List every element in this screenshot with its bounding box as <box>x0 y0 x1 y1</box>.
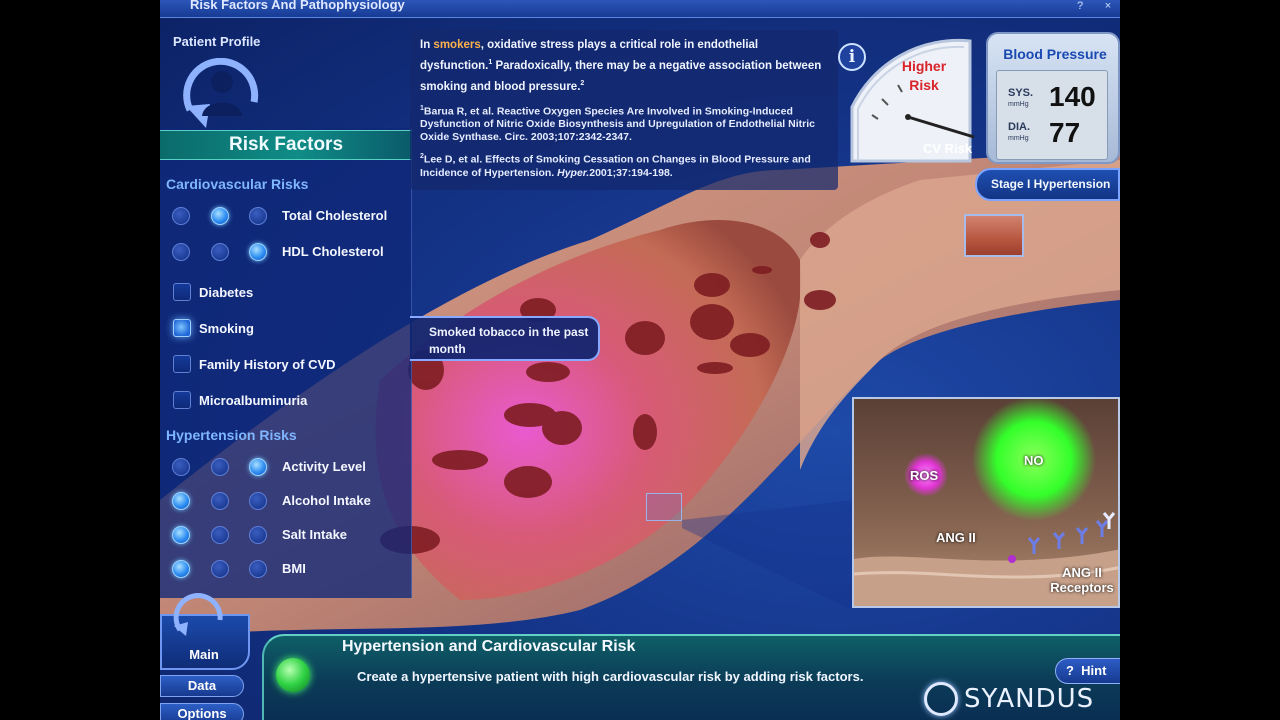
cardiovascular-risks-title: Cardiovascular Risks <box>166 176 309 192</box>
salt-intake-label: Salt Intake <box>282 527 348 542</box>
dia-value: 77 <box>1049 117 1081 148</box>
salt-intake-option-3[interactable] <box>249 526 267 544</box>
diabetes-checkbox[interactable] <box>173 283 191 301</box>
bmi-option-2[interactable] <box>211 560 229 578</box>
total-cholesterol-label: Total Cholesterol <box>282 208 388 223</box>
reference-1: 1Barua R, et al. Reactive Oxygen Species… <box>420 102 828 145</box>
sys-unit: mmHg <box>1008 101 1029 108</box>
app-window: Risk Factors And Pathophysiology ? × Pat… <box>160 0 1120 720</box>
activity-level-option-1[interactable] <box>172 458 190 476</box>
hdl-cholesterol-label: HDL Cholesterol <box>282 244 384 259</box>
close-icon[interactable]: × <box>1100 0 1116 14</box>
bmi-option-1[interactable] <box>172 560 190 578</box>
blood-pressure-title: Blood Pressure <box>1003 46 1107 62</box>
sys-value: 140 <box>1049 81 1096 112</box>
ros-label: ROS <box>910 468 939 483</box>
total-cholesterol-option-3[interactable] <box>249 207 267 225</box>
alcohol-intake-option-1[interactable] <box>172 492 190 510</box>
info-paragraph: In smokers, oxidative stress plays a cri… <box>420 37 828 96</box>
hint-button-label: Hint <box>1081 663 1107 678</box>
gauge-text-risk: Risk <box>909 77 939 93</box>
smoking-label: Smoking <box>199 321 254 336</box>
alcohol-intake-label: Alcohol Intake <box>282 493 371 508</box>
options-button[interactable]: Options <box>160 703 244 720</box>
total-cholesterol-option-1[interactable] <box>172 207 190 225</box>
dia-unit: mmHg <box>1008 135 1029 142</box>
lesson-title: Hypertension and Cardiovascular Risk <box>342 638 636 655</box>
family-history-checkbox[interactable] <box>173 355 191 373</box>
no-label: NO <box>1024 453 1044 468</box>
alcohol-intake-option-3[interactable] <box>249 492 267 510</box>
main-button-label: Main <box>189 647 219 662</box>
family-history-label: Family History of CVD <box>199 357 336 372</box>
hdl-cholesterol-option-3[interactable] <box>249 243 267 261</box>
reference-1-text: Barua R, et al. Reactive Oxygen Species … <box>420 105 815 144</box>
main-button[interactable]: Main <box>160 593 250 670</box>
ang-ii-label: ANG II <box>936 530 976 545</box>
blood-pressure-display: SYS. mmHg 140 DIA. mmHg 77 <box>996 70 1108 160</box>
lesson-description: Create a hypertensive patient with high … <box>357 669 864 684</box>
salt-intake-option-2[interactable] <box>211 526 229 544</box>
main-menu-icon <box>173 593 223 636</box>
hdl-cholesterol-option-2[interactable] <box>211 243 229 261</box>
alcohol-intake-option-2[interactable] <box>211 492 229 510</box>
info-footnote-2: 2 <box>580 79 585 87</box>
risk-factor-panel: Risk Factors Cardiovascular Risks Total … <box>160 0 412 598</box>
bottom-bar: Hypertension and Cardiovascular Risk Cre… <box>160 593 1120 720</box>
data-button[interactable]: Data <box>160 675 244 697</box>
risk-factors-header: Risk Factors <box>160 130 412 160</box>
activity-level-option-3[interactable] <box>249 458 267 476</box>
activity-level-option-2[interactable] <box>211 458 229 476</box>
stage-hypertension-badge[interactable]: Stage I Hypertension <box>975 168 1120 201</box>
microalbuminuria-label: Microalbuminuria <box>199 393 308 408</box>
ang-ii-receptors-label: ANG II Receptors <box>1050 565 1114 595</box>
dia-label: DIA. <box>1008 121 1030 133</box>
gauge-text-higher: Higher <box>902 58 947 74</box>
bmi-label: BMI <box>282 561 306 576</box>
info-text-1: In <box>420 39 434 51</box>
blood-pressure-panel: Blood Pressure SYS. mmHg 140 DIA. mmHg 7… <box>986 32 1120 164</box>
diabetes-label: Diabetes <box>199 285 254 300</box>
endothelium-inset: ROS NO ANG II ANG II Receptors <box>852 397 1120 608</box>
zoom-region-marker <box>646 493 682 521</box>
hdl-cholesterol-option-1[interactable] <box>172 243 190 261</box>
hint-button[interactable]: ? Hint <box>1055 658 1120 684</box>
reference-2: 2Lee D, et al. Effects of Smoking Cessat… <box>420 150 828 180</box>
activity-level-label: Activity Level <box>282 459 366 474</box>
bmi-option-3[interactable] <box>249 560 267 578</box>
info-text-box: In smokers, oxidative stress plays a cri… <box>410 30 838 190</box>
reference-2-citation: 2001;37:194-198. <box>589 166 673 179</box>
cv-risk-label: CV Risk <box>923 141 973 156</box>
reference-2-journal: Hyper. <box>557 166 590 179</box>
sys-label: SYS. <box>1008 87 1034 99</box>
smoking-tooltip: Smoked tobacco in the past month <box>410 316 600 361</box>
smoking-checkbox[interactable] <box>173 319 191 337</box>
vessel-thumbnail[interactable] <box>964 214 1024 257</box>
hypertension-risks-title: Hypertension Risks <box>166 427 297 443</box>
hint-question-icon: ? <box>1066 663 1082 678</box>
brand-name: SYANDUS <box>964 684 1095 714</box>
brand-logo-icon <box>924 682 958 716</box>
total-cholesterol-option-2[interactable] <box>211 207 229 225</box>
lesson-status-icon[interactable] <box>276 658 310 692</box>
zoom-projection <box>682 500 852 610</box>
salt-intake-option-1[interactable] <box>172 526 190 544</box>
microalbuminuria-checkbox[interactable] <box>173 391 191 409</box>
help-icon[interactable]: ? <box>1072 0 1088 14</box>
info-highlight-smokers: smokers <box>433 39 481 51</box>
